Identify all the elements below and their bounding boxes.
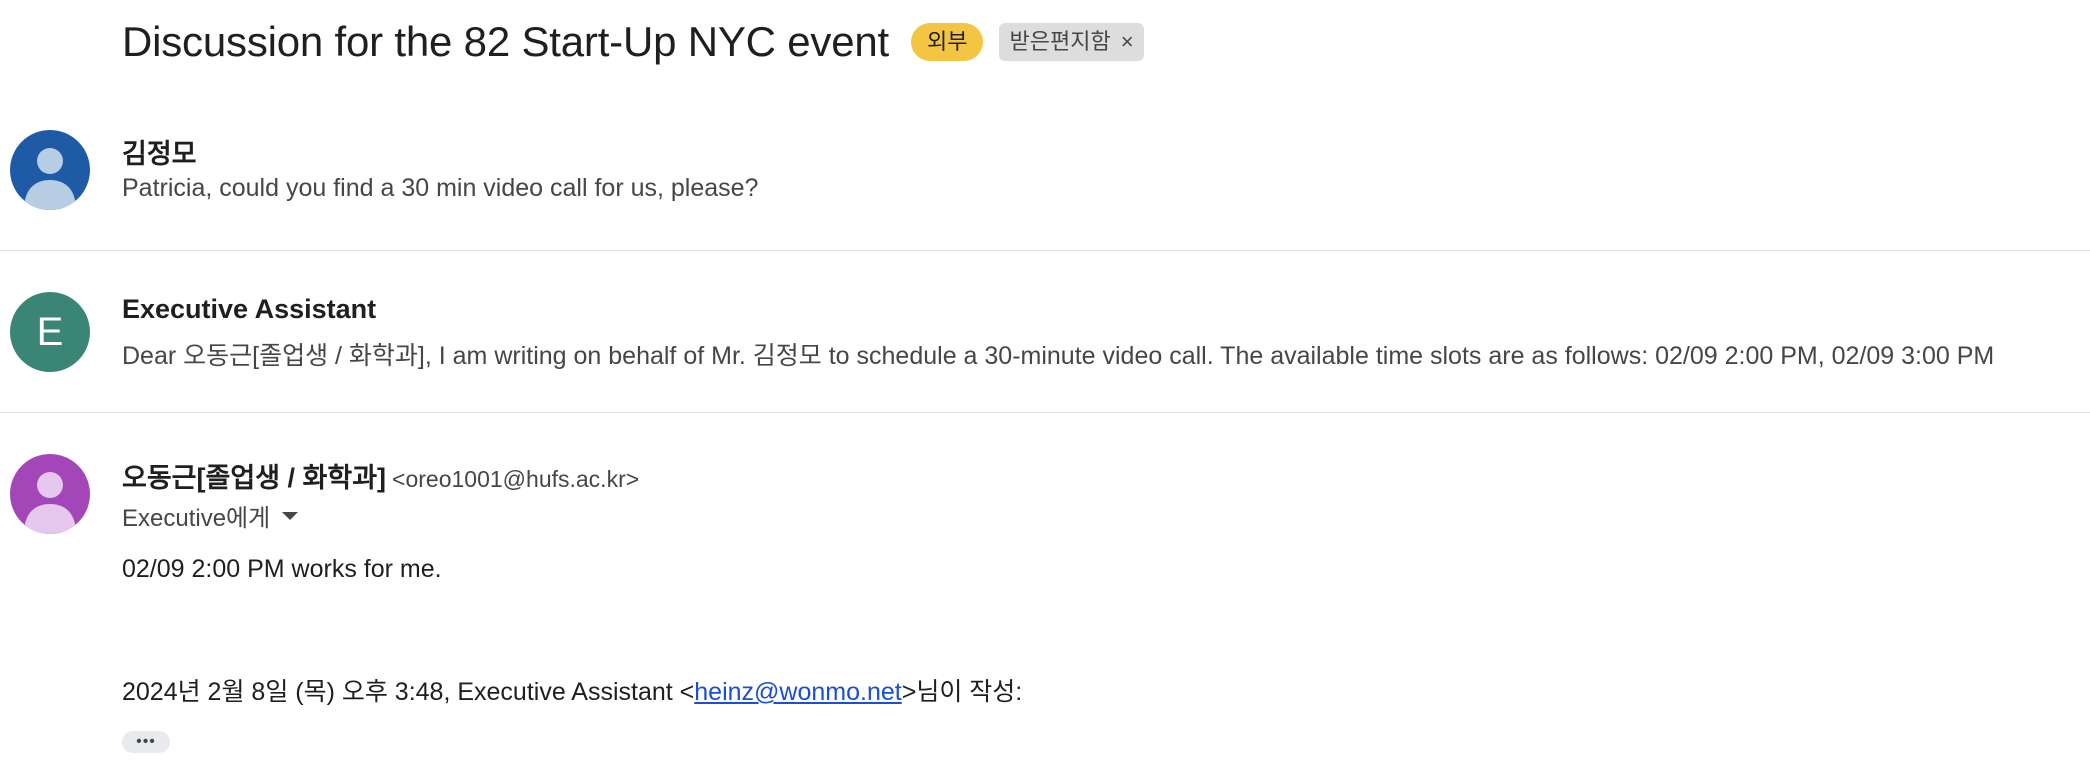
message-snippet: Patricia, could you find a 30 min video … <box>122 174 759 202</box>
person-icon <box>10 130 90 210</box>
caret-down-icon[interactable] <box>282 511 299 520</box>
inbox-label-text: 받은편지함 <box>1009 29 1111 54</box>
sender-name[interactable]: 오동근[졸업생 / 화학과] <box>122 463 386 493</box>
external-badge: 외부 <box>911 23 984 61</box>
message-divider <box>0 412 2090 413</box>
remove-label-close-icon[interactable]: × <box>1121 28 1134 56</box>
quote-prefix: 2024년 2월 8일 (목) 오후 3:48, Executive Assis… <box>122 678 695 706</box>
message-body: 02/09 2:00 PM works for me. <box>122 555 442 583</box>
sender-name: 김정모 <box>122 139 197 169</box>
thread-subject: Discussion for the 82 Start-Up NYC event <box>122 18 889 65</box>
sender-name: Executive Assistant <box>122 294 377 324</box>
person-icon <box>10 454 90 534</box>
sender-email: <oreo1001@hufs.ac.kr> <box>392 466 640 492</box>
message-divider <box>0 250 2090 251</box>
quote-email-link[interactable]: heinz@wonmo.net <box>694 678 901 706</box>
avatar-letter: E <box>10 292 90 372</box>
avatar[interactable] <box>10 130 90 210</box>
quote-suffix: >님이 작성: <box>901 678 1023 706</box>
recipient-label: Executive에게 <box>122 505 271 532</box>
recipient-dropdown[interactable]: Executive에게 <box>122 498 299 533</box>
inbox-label-chip: 받은편지함 × <box>999 23 1144 61</box>
thread-header: Discussion for the 82 Start-Up NYC event… <box>122 18 1144 66</box>
avatar[interactable]: E <box>10 292 90 372</box>
quote-attribution: 2024년 2월 8일 (목) 오후 3:48, Executive Assis… <box>122 672 1022 708</box>
sender-line: 오동근[졸업생 / 화학과] <oreo1001@hufs.ac.kr> <box>122 456 639 495</box>
avatar[interactable] <box>10 454 90 534</box>
show-trimmed-content-button[interactable]: ••• <box>122 731 170 753</box>
message-snippet: Dear 오동근[졸업생 / 화학과], I am writing on beh… <box>122 342 1995 370</box>
